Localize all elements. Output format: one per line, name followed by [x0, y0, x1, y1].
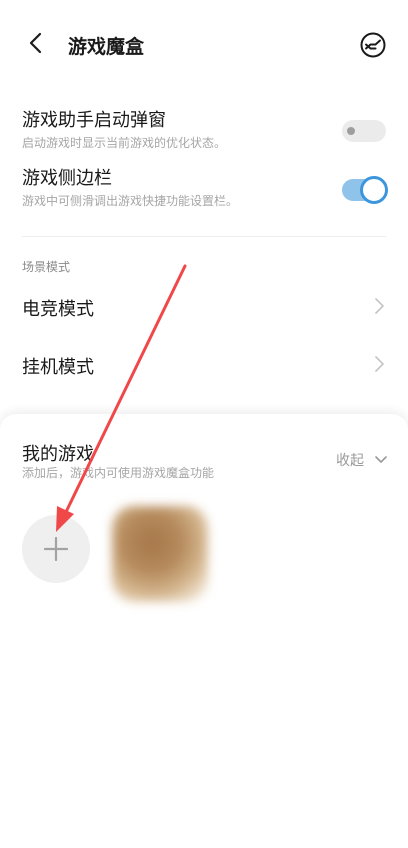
- chevron-right-icon: [375, 298, 384, 314]
- add-game-button[interactable]: [22, 515, 90, 583]
- section-label-scene-mode: 场景模式: [22, 260, 71, 274]
- my-games-card: 我的游戏 添加后，游戏内可使用游戏魔盒功能 收起: [0, 414, 408, 848]
- chevron-right-icon: [375, 356, 384, 372]
- back-button[interactable]: [22, 28, 52, 58]
- performance-mode-icon: [360, 32, 386, 58]
- setting-title: 游戏侧边栏: [22, 168, 112, 189]
- my-games-title: 我的游戏: [22, 444, 94, 465]
- nav-label: 挂机模式: [22, 357, 94, 378]
- setting-subtitle: 启动游戏时显示当前游戏的优化状态。: [22, 136, 227, 150]
- launch-popup-toggle[interactable]: [342, 120, 386, 142]
- chevron-left-icon: [29, 32, 42, 54]
- chevron-down-icon: [375, 456, 387, 463]
- setting-title: 游戏助手启动弹窗: [22, 110, 166, 131]
- setting-row-game-sidebar: 游戏侧边栏 游戏中可侧滑调出游戏快捷功能设置栏。: [22, 168, 388, 212]
- game-sidebar-toggle[interactable]: [342, 176, 388, 204]
- page-title: 游戏魔盒: [68, 36, 145, 58]
- performance-mode-button[interactable]: [358, 30, 388, 60]
- setting-subtitle: 游戏中可侧滑调出游戏快捷功能设置栏。: [22, 194, 239, 208]
- nav-label: 电竞模式: [22, 299, 94, 320]
- nav-row-idle-mode[interactable]: 挂机模式: [22, 344, 386, 384]
- divider: [22, 236, 386, 237]
- header: 游戏魔盒: [0, 0, 408, 88]
- nav-row-esports-mode[interactable]: 电竞模式: [22, 286, 386, 326]
- plus-icon: [43, 536, 69, 562]
- my-games-subtitle: 添加后，游戏内可使用游戏魔盒功能: [22, 466, 215, 480]
- collapse-button[interactable]: 收起: [336, 450, 388, 470]
- toggle-knob: [347, 127, 355, 135]
- toggle-knob: [360, 176, 388, 204]
- game-app-icon[interactable]: [112, 506, 208, 602]
- setting-row-launch-popup: 游戏助手启动弹窗 启动游戏时显示当前游戏的优化状态。: [22, 110, 386, 154]
- screen: 游戏魔盒 游戏助手启动弹窗 启动游戏时显示当前游戏的优化状态。 游戏侧边栏 游戏…: [0, 0, 408, 848]
- collapse-label: 收起: [336, 453, 364, 469]
